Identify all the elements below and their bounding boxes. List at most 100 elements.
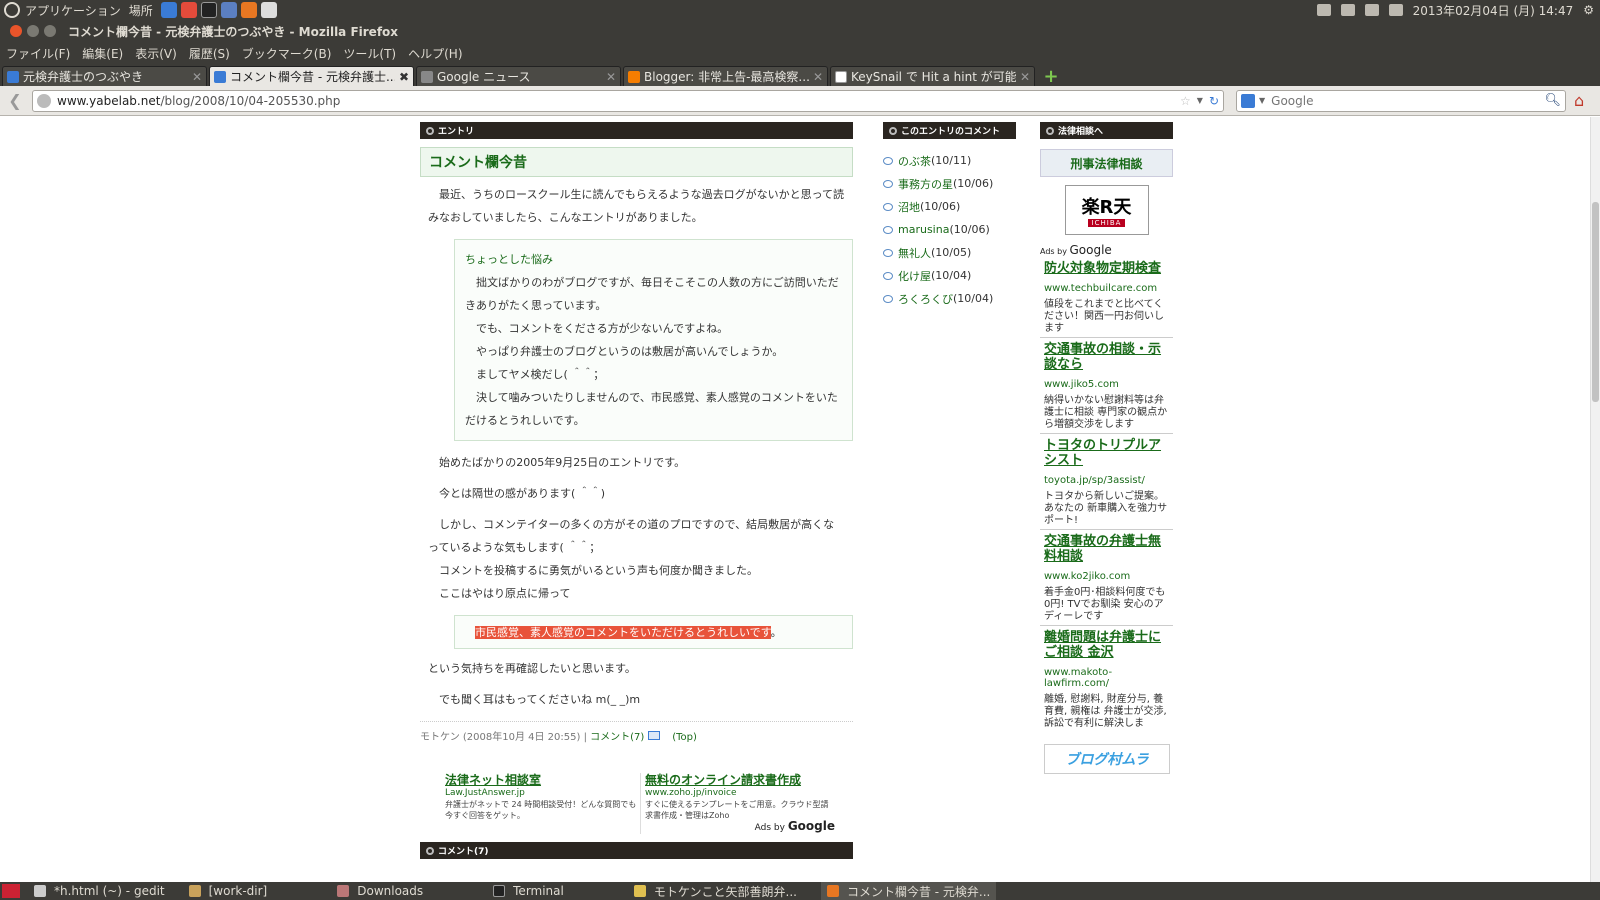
commenter-name[interactable]: 沼地	[898, 199, 920, 215]
ad-title[interactable]: 無料のオンライン請求書作成	[645, 773, 835, 788]
volume-icon[interactable]	[1388, 4, 1403, 16]
commenter-name[interactable]: marusina	[898, 223, 949, 236]
places-menu[interactable]: 場所	[129, 2, 153, 19]
ad-title[interactable]: 交通事故の弁護士無料相談	[1044, 534, 1169, 564]
ad-url[interactable]: Law.JustAnswer.jp	[445, 788, 640, 799]
tab-blogger[interactable]: Blogger: 非常上告-最高検察... ✕	[623, 66, 828, 86]
bottom-ad[interactable]: 法律ネット相談室 Law.JustAnswer.jp 弁護士がネットで 24 時…	[445, 773, 640, 834]
site-identity-icon[interactable]	[37, 93, 51, 108]
ad-title[interactable]: 防火対象物定期検査	[1044, 261, 1169, 276]
blogmura-banner[interactable]: ブログ村ムラ	[1044, 744, 1170, 774]
editor-launcher-icon[interactable]	[260, 2, 277, 18]
top-link[interactable]: (Top)	[672, 732, 697, 743]
firefox-launcher-icon[interactable]	[240, 2, 257, 18]
comment-item[interactable]: ろくろくび (10/04)	[883, 287, 1016, 310]
bottom-ad[interactable]: 無料のオンライン請求書作成 www.zoho.jp/invoice すぐに使える…	[640, 773, 835, 834]
side-ad[interactable]: トヨタのトリプルアシスト toyota.jp/sp/3assist/ トヨタから…	[1040, 434, 1173, 530]
show-desktop-icon[interactable]	[2, 884, 20, 898]
ad-title[interactable]: 交通事故の相談・示談なら	[1044, 342, 1169, 372]
ad-title[interactable]: 法律ネット相談室	[445, 773, 640, 788]
ubuntu-logo-icon[interactable]	[4, 2, 20, 18]
clock[interactable]: 2013年02月04日 (月) 14:47	[1413, 2, 1574, 19]
ads-by-google-label[interactable]: Ads by Google	[645, 820, 835, 834]
comment-item[interactable]: 無礼人 (10/05)	[883, 241, 1016, 264]
chromium-launcher-icon[interactable]	[160, 2, 177, 18]
reload-icon[interactable]: ↻	[1209, 94, 1219, 108]
task-downloads[interactable]: Downloads	[337, 882, 423, 900]
close-tab-icon[interactable]: ✕	[606, 70, 616, 84]
ad-url[interactable]: www.ko2jiko.com	[1044, 571, 1169, 582]
side-ad[interactable]: 交通事故の相談・示談なら www.jiko5.com 納得いかない慰謝料等は弁護…	[1040, 338, 1173, 434]
network-icon[interactable]	[1364, 4, 1379, 16]
ad-url[interactable]: toyota.jp/sp/3assist/	[1044, 475, 1169, 486]
new-tab-button[interactable]: +	[1041, 66, 1061, 87]
settings-launcher-icon[interactable]	[220, 2, 237, 18]
tab-blog-home[interactable]: 元検弁護士のつぶやき ✕	[2, 66, 207, 86]
menu-bookmarks[interactable]: ブックマーク(B)	[242, 45, 332, 62]
comment-item[interactable]: 事務方の星 (10/06)	[883, 172, 1016, 195]
commenter-name[interactable]: 化け屋	[898, 268, 931, 284]
ad-title[interactable]: 離婚問題は弁護士にご相談 金沢	[1044, 630, 1169, 660]
menu-history[interactable]: 履歴(S)	[189, 45, 230, 62]
menu-view[interactable]: 表示(V)	[135, 45, 177, 62]
maximize-window-icon[interactable]	[44, 25, 56, 37]
task-terminal[interactable]: Terminal	[493, 882, 564, 900]
comment-item[interactable]: のぶ茶 (10/11)	[883, 149, 1016, 172]
menu-edit[interactable]: 編集(E)	[82, 45, 123, 62]
hatena-bookmark-icon[interactable]	[647, 731, 660, 740]
url-bar[interactable]: www.yabelab.net/blog/2008/10/04-205530.p…	[32, 89, 1224, 112]
menu-help[interactable]: ヘルプ(H)	[408, 45, 462, 62]
ads-by-google-label[interactable]: Ads by Google	[1040, 243, 1173, 257]
minimize-window-icon[interactable]	[27, 25, 39, 37]
task-work-dir[interactable]: [work-dir]	[188, 882, 267, 900]
comment-item[interactable]: 化け屋 (10/04)	[883, 264, 1016, 287]
scrollbar-thumb[interactable]	[1592, 202, 1599, 402]
commenter-name[interactable]: ろくろくび	[898, 291, 953, 307]
gear-icon[interactable]: ⚙	[1583, 3, 1594, 17]
ad-url[interactable]: www.makoto-lawfirm.com/	[1044, 667, 1169, 689]
battery-icon[interactable]	[1340, 4, 1355, 16]
tab-google-news[interactable]: Google ニュース ✕	[416, 66, 621, 86]
page-scrollbar[interactable]	[1590, 117, 1600, 882]
bookmark-star-icon[interactable]: ☆	[1180, 94, 1191, 108]
menu-file[interactable]: ファイル(F)	[6, 45, 70, 62]
commenter-name[interactable]: のぶ茶	[898, 153, 931, 169]
chrome-launcher-icon[interactable]	[180, 2, 197, 18]
criminal-law-consult-link[interactable]: 刑事法律相談	[1040, 149, 1173, 177]
task-chrome-window[interactable]: モトケンこと矢部善朗弁...	[633, 882, 797, 900]
comments-link[interactable]: コメント(7)	[590, 732, 644, 743]
side-ad[interactable]: 防火対象物定期検査 www.techbuilcare.com 値段をこれまでと比…	[1040, 257, 1173, 338]
tab-keysnail[interactable]: KeySnail で Hit a hint が可能... ✕	[830, 66, 1035, 86]
commenter-name[interactable]: 事務方の星	[898, 176, 953, 192]
applications-menu[interactable]: アプリケーション	[25, 2, 121, 19]
close-tab-icon[interactable]: ✕	[1020, 70, 1030, 84]
side-ad[interactable]: 交通事故の弁護士無料相談 www.ko2jiko.com 着手金0円･相談料何度…	[1040, 530, 1173, 626]
dropdown-arrow-icon[interactable]: ▼	[1197, 96, 1203, 105]
ad-url[interactable]: www.techbuilcare.com	[1044, 283, 1169, 294]
ad-url[interactable]: www.zoho.jp/invoice	[645, 788, 835, 799]
close-tab-icon[interactable]: ✕	[813, 70, 823, 84]
terminal-launcher-icon[interactable]	[200, 2, 217, 18]
side-ad[interactable]: 離婚問題は弁護士にご相談 金沢 www.makoto-lawfirm.com/ …	[1040, 626, 1173, 732]
rakuten-banner[interactable]: 楽R天 ICHIBA	[1064, 185, 1149, 235]
tab-current-entry[interactable]: コメント欄今昔 - 元検弁護士... ✖	[209, 66, 414, 86]
url-text[interactable]: www.yabelab.net/blog/2008/10/04-205530.p…	[57, 94, 1180, 108]
ad-title[interactable]: トヨタのトリプルアシスト	[1044, 438, 1169, 468]
close-window-icon[interactable]	[10, 25, 22, 37]
back-button[interactable]: ❮	[4, 90, 26, 112]
close-tab-icon[interactable]: ✕	[192, 70, 202, 84]
clipboard-icon[interactable]	[1316, 4, 1331, 16]
comment-item[interactable]: marusina (10/06)	[883, 218, 1016, 241]
commenter-name[interactable]: 無礼人	[898, 245, 931, 261]
search-engine-icon[interactable]	[1241, 93, 1255, 108]
search-input[interactable]	[1271, 93, 1545, 108]
search-icon[interactable]: 🔍︎	[1544, 93, 1561, 108]
task-firefox-window[interactable]: コメント欄今昔 - 元検弁...	[820, 882, 997, 900]
ad-url[interactable]: www.jiko5.com	[1044, 379, 1169, 390]
comment-item[interactable]: 沼地 (10/06)	[883, 195, 1016, 218]
task-gedit[interactable]: *h.html (~) - gedit	[34, 882, 165, 900]
menu-tools[interactable]: ツール(T)	[343, 45, 396, 62]
engine-dropdown-icon[interactable]: ▼	[1259, 96, 1265, 105]
home-icon[interactable]: ⌂	[1574, 91, 1584, 110]
close-tab-icon[interactable]: ✖	[399, 70, 409, 84]
